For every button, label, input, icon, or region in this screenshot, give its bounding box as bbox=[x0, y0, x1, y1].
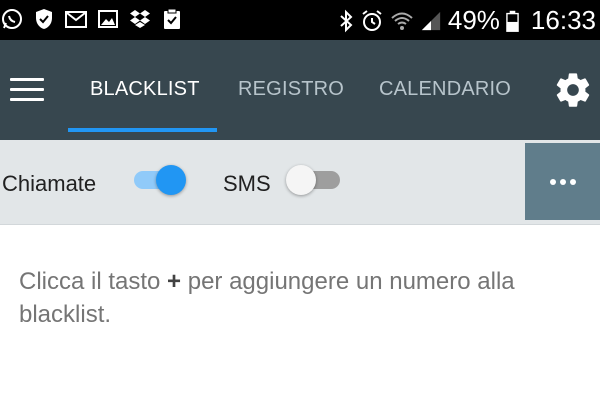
tab-indicator bbox=[68, 128, 217, 132]
calls-label: Chiamate bbox=[2, 171, 97, 196]
app-bar: BLACKLIST REGISTRO CALENDARIO bbox=[0, 40, 600, 140]
empty-state-message: Clicca il tasto + per aggiungere un nume… bbox=[19, 265, 579, 331]
tab-blacklist[interactable]: BLACKLIST bbox=[90, 78, 200, 101]
gear-icon[interactable] bbox=[553, 70, 593, 110]
gallery-icon bbox=[98, 10, 118, 28]
more-icon bbox=[549, 178, 576, 185]
system-status: 49% 16:33 bbox=[338, 5, 596, 36]
empty-state-text-1: Clicca il tasto bbox=[19, 268, 168, 295]
calls-switch-thumb bbox=[156, 165, 186, 195]
more-options-button[interactable] bbox=[525, 143, 600, 220]
clipboard-check-icon bbox=[164, 8, 180, 29]
battery-percent: 49% bbox=[447, 5, 500, 35]
status-bar: 49% 16:33 bbox=[0, 0, 600, 40]
clock: 16:33 bbox=[530, 5, 596, 35]
filter-toolbar: Chiamate SMS bbox=[0, 140, 600, 225]
bluetooth-icon bbox=[340, 9, 353, 32]
tab-registro[interactable]: REGISTRO bbox=[238, 78, 344, 101]
dropbox-icon bbox=[130, 10, 150, 28]
sms-switch[interactable] bbox=[286, 165, 344, 195]
whatsapp-icon bbox=[2, 9, 22, 29]
sms-label: SMS bbox=[223, 171, 271, 196]
tab-calendario[interactable]: CALENDARIO bbox=[379, 78, 511, 101]
wifi-icon bbox=[391, 12, 413, 30]
calls-switch[interactable] bbox=[130, 165, 188, 195]
shield-icon bbox=[36, 9, 52, 29]
signal-icon bbox=[421, 11, 441, 30]
sms-switch-thumb bbox=[286, 165, 316, 195]
gmail-icon bbox=[65, 11, 87, 28]
notification-icons bbox=[0, 6, 184, 32]
menu-icon[interactable] bbox=[10, 78, 44, 102]
alarm-icon bbox=[362, 9, 382, 31]
battery-icon bbox=[506, 10, 519, 32]
plus-symbol: + bbox=[167, 268, 182, 295]
